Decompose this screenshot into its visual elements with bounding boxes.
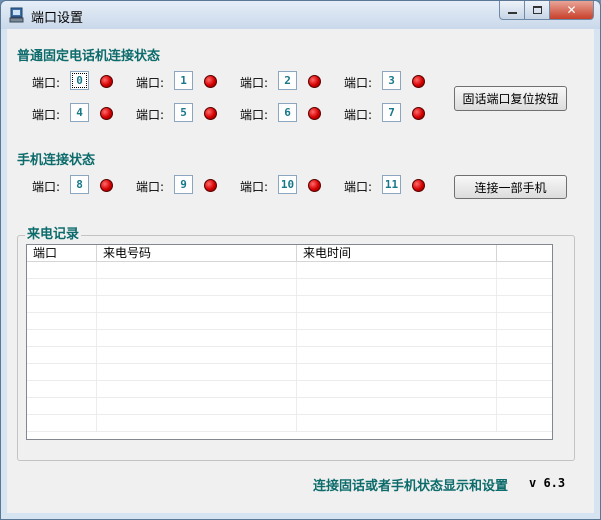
maximize-icon bbox=[532, 6, 542, 14]
table-row bbox=[27, 415, 552, 432]
column-header-caller-number[interactable]: 来电号码 bbox=[97, 245, 297, 261]
minimize-button[interactable] bbox=[499, 1, 525, 20]
port-label: 端口: bbox=[136, 76, 165, 90]
port-field-8[interactable]: 8 bbox=[70, 175, 89, 194]
client-area: 普通固定电话机连接状态 端口: 0 端口: 1 端口: 2 端口: 3 端口: … bbox=[7, 29, 594, 513]
status-led-port-1 bbox=[204, 75, 217, 88]
port-field-7[interactable]: 7 bbox=[382, 103, 401, 122]
phone-app-icon bbox=[9, 7, 24, 23]
port-label: 端口: bbox=[240, 76, 269, 90]
port-field-1[interactable]: 1 bbox=[174, 71, 193, 90]
call-log-title: 来电记录 bbox=[25, 223, 82, 242]
table-row bbox=[27, 313, 552, 330]
status-led-port-6 bbox=[308, 107, 321, 120]
mobile-section-title: 手机连接状态 bbox=[17, 153, 96, 168]
call-log-header: 端口 来电号码 来电时间 bbox=[27, 245, 552, 262]
port-label: 端口: bbox=[32, 108, 61, 122]
port-label: 端口: bbox=[32, 180, 61, 194]
version-label: v 6.3 bbox=[529, 476, 566, 490]
landline-section-title: 普通固定电话机连接状态 bbox=[17, 49, 161, 64]
close-icon: ✕ bbox=[566, 3, 577, 17]
port-label: 端口: bbox=[136, 108, 165, 122]
port-label: 端口: bbox=[240, 108, 269, 122]
port-field-5[interactable]: 5 bbox=[174, 103, 193, 122]
port-label: 端口: bbox=[240, 180, 269, 194]
connect-mobile-button[interactable]: 连接一部手机 bbox=[454, 175, 567, 199]
title-bar[interactable]: 端口设置 ✕ bbox=[1, 1, 600, 29]
port-label: 端口: bbox=[136, 180, 165, 194]
port-field-11[interactable]: 11 bbox=[382, 175, 401, 194]
status-led-port-3 bbox=[412, 75, 425, 88]
close-button[interactable]: ✕ bbox=[550, 1, 594, 20]
table-row bbox=[27, 330, 552, 347]
table-row bbox=[27, 279, 552, 296]
status-led-port-7 bbox=[412, 107, 425, 120]
status-led-port-8 bbox=[100, 179, 113, 192]
status-led-port-9 bbox=[204, 179, 217, 192]
app-window: 端口设置 ✕ 普通固定电话机连接状态 端口: 0 端口: 1 端口: 2 端口:… bbox=[0, 0, 601, 520]
status-led-port-11 bbox=[412, 179, 425, 192]
table-row bbox=[27, 381, 552, 398]
window-title: 端口设置 bbox=[31, 11, 84, 26]
table-row bbox=[27, 347, 552, 364]
port-label: 端口: bbox=[32, 76, 61, 90]
table-row bbox=[27, 398, 552, 415]
column-header-call-time[interactable]: 来电时间 bbox=[297, 245, 497, 261]
status-led-port-2 bbox=[308, 75, 321, 88]
column-header-port[interactable]: 端口 bbox=[27, 245, 97, 261]
port-field-10[interactable]: 10 bbox=[278, 175, 297, 194]
port-label: 端口: bbox=[344, 180, 373, 194]
port-label: 端口: bbox=[344, 108, 373, 122]
table-row bbox=[27, 262, 552, 279]
caption-buttons: ✕ bbox=[499, 1, 594, 21]
reset-landline-ports-button[interactable]: 固话端口复位按钮 bbox=[454, 86, 567, 111]
port-field-0[interactable]: 0 bbox=[70, 71, 89, 90]
call-log-list[interactable]: 端口 来电号码 来电时间 bbox=[26, 244, 553, 440]
status-led-port-0 bbox=[100, 75, 113, 88]
status-led-port-10 bbox=[308, 179, 321, 192]
column-header-extra[interactable] bbox=[497, 245, 552, 261]
minimize-icon bbox=[507, 12, 517, 14]
status-description: 连接固话或者手机状态显示和设置 bbox=[313, 479, 509, 494]
port-field-3[interactable]: 3 bbox=[382, 71, 401, 90]
port-field-4[interactable]: 4 bbox=[70, 103, 89, 122]
port-field-2[interactable]: 2 bbox=[278, 71, 297, 90]
status-led-port-5 bbox=[204, 107, 217, 120]
maximize-button[interactable] bbox=[525, 1, 550, 20]
table-row bbox=[27, 364, 552, 381]
port-label: 端口: bbox=[344, 76, 373, 90]
status-led-port-4 bbox=[100, 107, 113, 120]
port-field-9[interactable]: 9 bbox=[174, 175, 193, 194]
table-row bbox=[27, 296, 552, 313]
port-field-6[interactable]: 6 bbox=[278, 103, 297, 122]
